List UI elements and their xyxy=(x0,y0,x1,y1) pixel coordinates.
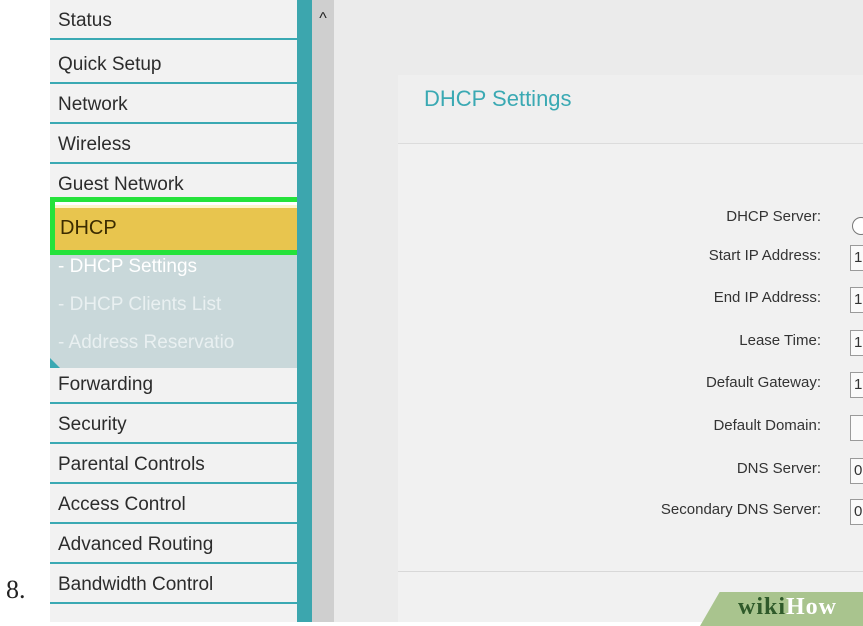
menu-item-wireless[interactable]: Wireless xyxy=(50,128,300,164)
menu-item-dhcp-label: DHCP xyxy=(55,205,298,250)
start-ip-address-input[interactable]: 1 xyxy=(850,245,863,271)
label-secondary-dns-server: Secondary DNS Server: xyxy=(660,501,821,518)
menu-item-status[interactable]: Status xyxy=(50,4,300,40)
step-number: 8. xyxy=(6,575,26,604)
secondary-dns-server-input[interactable]: 0 xyxy=(850,499,863,525)
menu-item-security[interactable]: Security xyxy=(50,408,300,444)
sidebar-menu: Status Quick Setup Network Wireless Gues… xyxy=(50,0,300,622)
sidebar-border-strip xyxy=(297,0,312,622)
scroll-up-icon[interactable]: ^ xyxy=(312,8,334,30)
label-end-ip-address: End IP Address: xyxy=(713,289,821,306)
panel-title: DHCP Settings xyxy=(424,86,572,111)
menu-item-bandwidth-control[interactable]: Bandwidth Control xyxy=(50,568,300,604)
menu-item-forwarding[interactable]: Forwarding xyxy=(50,368,300,404)
label-dhcp-server: DHCP Server: xyxy=(726,208,821,225)
label-dns-server: DNS Server: xyxy=(736,460,821,477)
label-lease-time: Lease Time: xyxy=(739,332,821,349)
menu-item-network[interactable]: Network xyxy=(50,88,300,124)
lease-time-input[interactable]: 1 xyxy=(850,330,863,356)
menu-item-parental-controls[interactable]: Parental Controls xyxy=(50,448,300,484)
menu-item-access-control[interactable]: Access Control xyxy=(50,488,300,524)
dhcp-server-radio[interactable] xyxy=(852,217,863,235)
panel-divider xyxy=(398,571,863,572)
scrollbar[interactable] xyxy=(312,0,334,622)
menu-item-dhcp[interactable]: DHCP xyxy=(50,197,303,255)
dns-server-input[interactable]: 0 xyxy=(850,458,863,484)
label-default-domain: Default Domain: xyxy=(713,417,821,434)
submenu-item-address-reservation[interactable]: - Address Reservatio xyxy=(50,324,300,362)
menu-item-advanced-routing[interactable]: Advanced Routing xyxy=(50,528,300,564)
wikihow-watermark-text: wikiHow xyxy=(738,594,838,620)
label-default-gateway: Default Gateway: xyxy=(705,374,821,391)
end-ip-address-input[interactable]: 1 xyxy=(850,287,863,313)
submenu-item-dhcp-clients-list[interactable]: - DHCP Clients List xyxy=(50,286,300,324)
default-domain-input[interactable] xyxy=(850,415,863,441)
dhcp-submenu: - DHCP Settings - DHCP Clients List - Ad… xyxy=(50,248,300,368)
default-gateway-input[interactable]: 1 xyxy=(850,372,863,398)
label-start-ip-address: Start IP Address: xyxy=(708,247,821,264)
menu-item-quick-setup[interactable]: Quick Setup xyxy=(50,48,300,84)
